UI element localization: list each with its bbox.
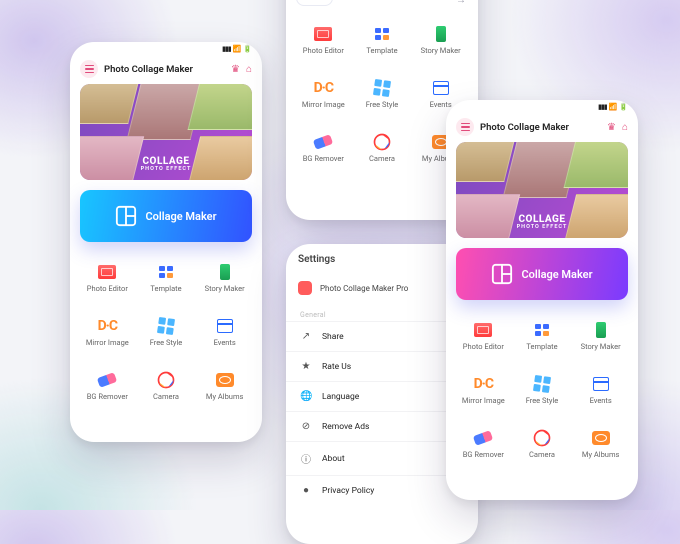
pro-badge-icon <box>298 281 312 295</box>
camera-icon <box>156 371 176 389</box>
feature-bg-remover[interactable]: BG Remover <box>456 420 511 468</box>
phone-home-pink: ▮▮▮📶🔋 Photo Collage Maker ♛ ⌂ COLLAGEPHO… <box>446 100 638 500</box>
feature-bg-remover[interactable]: BG Remover <box>296 124 351 172</box>
share-icon: ↗ <box>300 331 312 342</box>
info-icon: ⓘ <box>300 451 312 466</box>
globe-icon: 🌐 <box>300 391 312 402</box>
brand-logo <box>296 0 333 6</box>
feature-grid: Photo Editor Template Story Maker D·CMir… <box>80 254 252 410</box>
menu-button[interactable] <box>456 118 474 136</box>
eraser-icon <box>97 372 117 388</box>
feature-my-albums[interactable]: My Albums <box>573 420 628 468</box>
app-title: Photo Collage Maker <box>104 64 225 75</box>
feature-mirror-image[interactable]: D·CMirror Image <box>80 308 135 356</box>
feature-story-maker[interactable]: Story Maker <box>573 312 628 360</box>
feature-camera[interactable]: Camera <box>515 420 570 468</box>
feature-camera[interactable]: Camera <box>139 362 194 410</box>
arrow-right-icon[interactable]: → <box>456 0 468 6</box>
feature-free-style[interactable]: Free Style <box>355 70 410 118</box>
feature-grid: Photo Editor Template Story Maker D·CMir… <box>296 16 468 172</box>
feature-mirror-image[interactable]: D·CMirror Image <box>456 366 511 414</box>
photo-icon <box>98 265 116 279</box>
crown-icon[interactable]: ♛ <box>231 64 240 75</box>
app-title: Photo Collage Maker <box>480 122 601 133</box>
hero-badge: COLLAGEPHOTO EFFECT <box>517 215 568 231</box>
no-ads-icon: ⊘ <box>300 421 312 432</box>
hero-collage[interactable]: COLLAGEPHOTO EFFECT <box>80 84 252 180</box>
collage-maker-button[interactable]: Collage Maker <box>80 190 252 242</box>
gallery-icon[interactable]: ⌂ <box>622 122 628 133</box>
feature-grid: Photo Editor Template Story Maker D·CMir… <box>456 312 628 468</box>
feature-free-style[interactable]: Free Style <box>139 308 194 356</box>
app-header: Photo Collage Maker ♛ ⌂ <box>446 114 638 142</box>
events-icon <box>217 319 233 333</box>
feature-events[interactable]: Events <box>573 366 628 414</box>
feature-mirror-image[interactable]: D·CMirror Image <box>296 70 351 118</box>
feature-story-maker[interactable]: Story Maker <box>413 16 468 64</box>
collage-maker-button[interactable]: Collage Maker <box>456 248 628 300</box>
privacy-icon: ● <box>300 485 312 496</box>
feature-template[interactable]: Template <box>515 312 570 360</box>
feature-free-style[interactable]: Free Style <box>515 366 570 414</box>
feature-template[interactable]: Template <box>355 16 410 64</box>
app-header: Photo Collage Maker ♛ ⌂ <box>70 56 262 84</box>
hero-collage[interactable]: COLLAGEPHOTO EFFECT <box>456 142 628 238</box>
feature-story-maker[interactable]: Story Maker <box>197 254 252 302</box>
hero-badge: COLLAGEPHOTO EFFECT <box>141 157 192 173</box>
gallery-icon[interactable]: ⌂ <box>246 64 252 75</box>
feature-template[interactable]: Template <box>139 254 194 302</box>
mirror-icon: D·C <box>98 318 117 334</box>
status-bar: ▮▮▮📶🔋 <box>446 100 638 114</box>
crown-icon[interactable]: ♛ <box>607 122 616 133</box>
phone-home-blue: ▮▮▮📶🔋 Photo Collage Maker ♛ ⌂ COLLAGEPHO… <box>70 42 262 442</box>
brand-card[interactable]: Collage Maker Crafting Memories, One Col… <box>286 0 478 12</box>
albums-icon <box>216 373 234 387</box>
story-icon <box>220 264 230 280</box>
menu-button[interactable] <box>80 60 98 78</box>
feature-photo-editor[interactable]: Photo Editor <box>80 254 135 302</box>
template-icon <box>159 266 173 278</box>
feature-camera[interactable]: Camera <box>355 124 410 172</box>
feature-my-albums[interactable]: My Albums <box>197 362 252 410</box>
feature-bg-remover[interactable]: BG Remover <box>80 362 135 410</box>
free-icon <box>157 317 175 335</box>
star-icon: ★ <box>300 361 312 372</box>
feature-photo-editor[interactable]: Photo Editor <box>456 312 511 360</box>
feature-events[interactable]: Events <box>197 308 252 356</box>
status-bar: ▮▮▮📶🔋 <box>70 42 262 56</box>
feature-photo-editor[interactable]: Photo Editor <box>296 16 351 64</box>
